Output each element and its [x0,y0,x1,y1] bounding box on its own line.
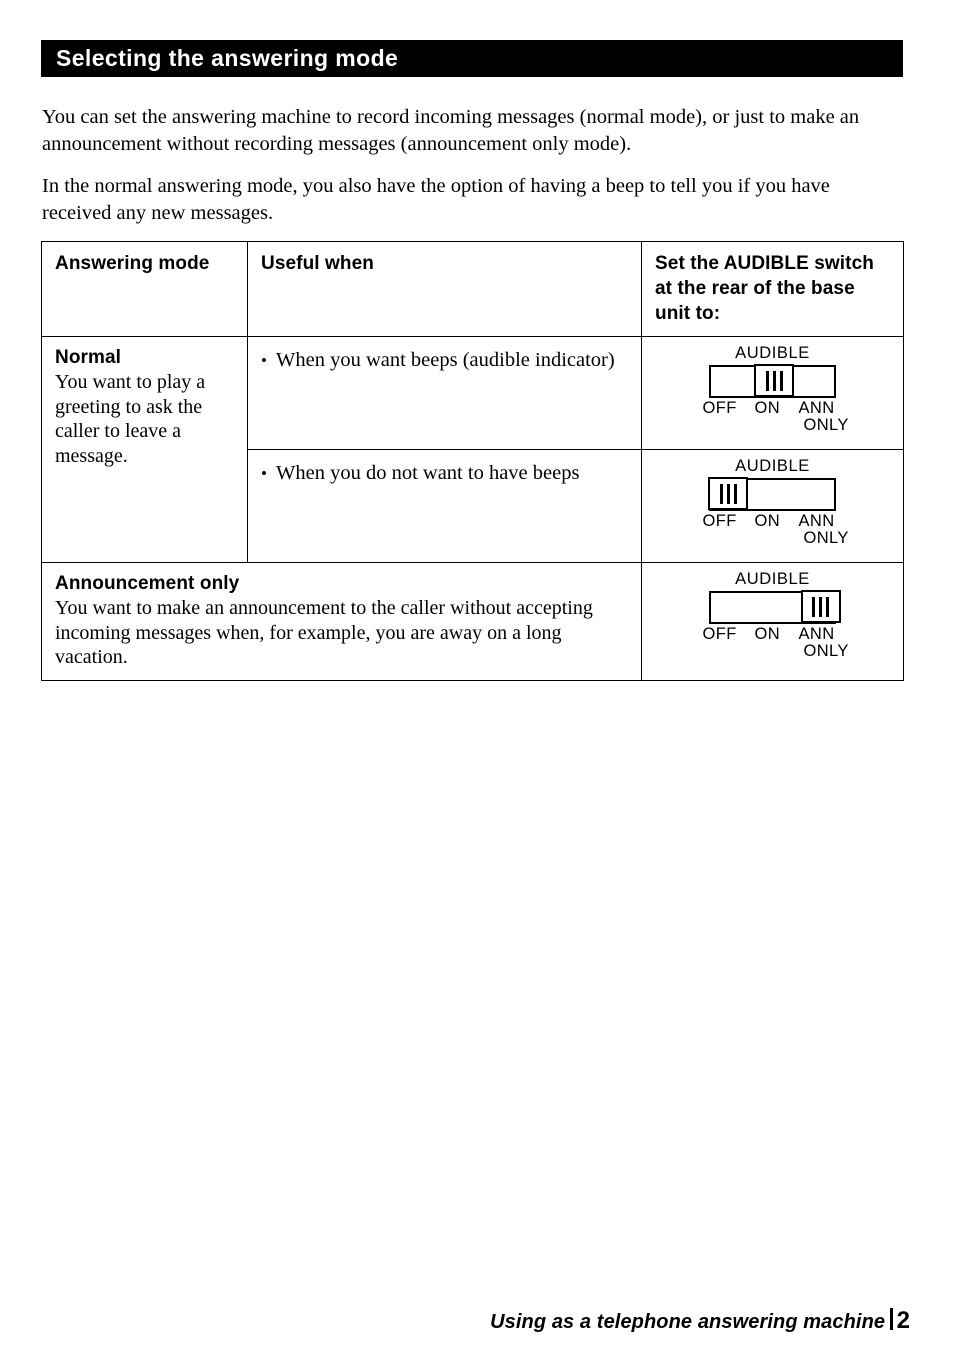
switch-tick-ann: ANN [798,625,835,643]
mode-title-announcement-only: Announcement only [55,573,240,594]
bullet-item: • When you do not want to have beeps [261,459,630,486]
mode-title-normal: Normal [55,347,122,368]
knob-ridge-icon [779,370,783,391]
switch-track [709,590,841,624]
knob-ridge-icon [726,483,730,504]
switch-tick-off: OFF [702,399,737,417]
switch-label: AUDIBLE [735,457,810,475]
switch-label: AUDIBLE [735,344,810,362]
cell-mode-normal: Normal You want to play a greeting to as… [41,336,248,563]
switch-tick-labels: OFF ON ANN ONLY [702,512,849,550]
bullet-point-icon: • [261,351,267,370]
bullet-point-icon: • [261,464,267,483]
switch-knob [754,364,794,398]
bullet-text: When you want beeps (audible indicator) [276,349,615,371]
knob-ridge-icon [826,596,830,617]
cell-switch-off: AUDIBLE OFF ON ANN ONLY [641,449,904,563]
knob-ridge-icon [819,596,823,617]
page-footer: Using as a telephone answering machine 2 [490,1306,910,1335]
footer-section-title: Using as a telephone answering machine [490,1311,886,1333]
page-title: Selecting the answering mode [56,45,399,71]
switch-tick-ann: ANN [798,399,835,417]
table-header-cell-switch: Set the AUDIBLE switch at the rear of th… [641,241,904,337]
switch-knob [708,477,749,511]
cell-useful-when-no-beeps: • When you do not want to have beeps [247,449,642,563]
cell-mode-announcement-only: Announcement only You want to make an an… [41,562,642,681]
mode-description-normal: You want to play a greeting to ask the c… [55,371,206,467]
table-row: Normal You want to play a greeting to as… [41,336,904,563]
audible-switch-diagram-on: AUDIBLE OFF ON ANN ONLY [680,344,866,437]
bullet-item: • When you want beeps (audible indicator… [261,346,630,373]
switch-tick-on: ON [754,625,781,643]
mode-description-announcement-only: You want to make an announcement to the … [55,597,593,668]
switch-tick-labels: OFF ON ANN ONLY [702,625,849,663]
knob-ridge-icon [733,483,737,504]
knob-ridge-icon [812,596,816,617]
section-title-banner: Selecting the answering mode [41,40,903,77]
knob-ridge-icon [765,370,769,391]
switch-tick-only: ONLY [803,529,849,547]
table-header-row: Answering mode Useful when Set the AUDIB… [41,241,904,337]
switch-track [708,477,836,511]
table-header-cell-useful: Useful when [247,241,642,337]
switch-tick-on: ON [754,512,781,530]
answering-mode-table: Answering mode Useful when Set the AUDIB… [41,241,904,681]
column-header-audible-switch: Set the AUDIBLE switch at the rear of th… [655,253,874,324]
switch-tick-on: ON [754,399,781,417]
audible-switch-diagram-off: AUDIBLE OFF ON ANN ONLY [680,457,866,550]
document-page: Selecting the answering mode You can set… [0,0,954,1359]
switch-tick-labels: OFF ON ANN ONLY [702,399,849,437]
bullet-text: When you do not want to have beeps [276,462,580,484]
switch-label: AUDIBLE [735,570,810,588]
switch-tick-ann: ANN [798,512,835,530]
column-header-useful-when: Useful when [261,253,375,274]
column-header-answering-mode: Answering mode [55,253,210,274]
table-header-cell-mode: Answering mode [41,241,248,337]
intro-paragraph-1: You can set the answering machine to rec… [42,106,860,155]
mode-normal-block: Normal You want to play a greeting to as… [42,337,247,478]
table-row: Announcement only You want to make an an… [41,562,904,681]
footer-divider [890,1308,893,1330]
switch-tick-only: ONLY [803,416,849,434]
switch-knob [800,590,841,624]
knob-ridge-icon [772,370,776,391]
cell-useful-when-beeps: • When you want beeps (audible indicator… [247,336,642,450]
intro-paragraph-2: In the normal answering mode, you also h… [42,175,830,224]
audible-switch-diagram-ann-only: AUDIBLE OFF ON ANN ONLY [680,570,866,663]
cell-switch-on: AUDIBLE OFF ON ANN ONLY [641,336,904,450]
switch-tick-off: OFF [702,625,737,643]
switch-tick-only: ONLY [803,642,849,660]
switch-tick-off: OFF [702,512,737,530]
mode-announcement-block: Announcement only You want to make an an… [42,563,641,680]
switch-track [709,364,836,398]
knob-ridge-icon [719,483,723,504]
footer-page-number: 2 [896,1307,910,1334]
cell-switch-ann-only: AUDIBLE OFF ON ANN ONLY [641,562,904,681]
